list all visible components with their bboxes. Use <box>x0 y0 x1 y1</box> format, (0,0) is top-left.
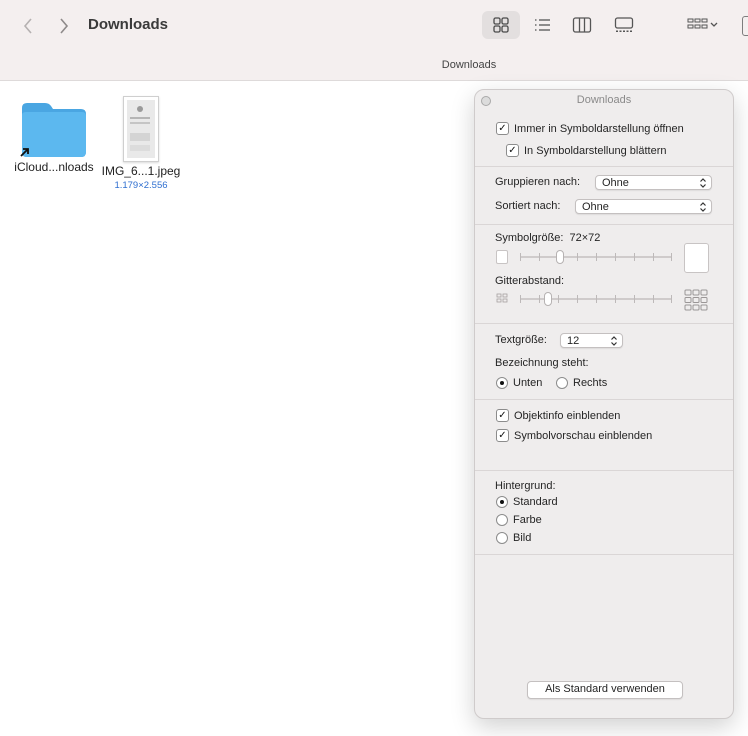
large-page-icon <box>684 243 709 273</box>
browse-checkbox[interactable]: ✓ In Symboldarstellung blättern <box>506 144 666 157</box>
slider-thumb[interactable] <box>556 250 564 264</box>
text-size-label: Textgröße: <box>495 334 547 346</box>
large-grid-icon <box>684 289 708 314</box>
slider-thumb[interactable] <box>544 292 552 306</box>
label-bottom-radio[interactable]: Unten <box>496 377 542 389</box>
columns-icon[interactable] <box>563 11 601 39</box>
show-icon-preview-checkbox[interactable]: ✓ Symbolvorschau einblenden <box>496 429 652 442</box>
updown-chevron-icon <box>699 176 707 193</box>
small-grid-icon <box>496 293 508 306</box>
icon-size-value: 72×72 <box>569 232 601 244</box>
checkmark-icon: ✓ <box>496 429 509 442</box>
grid-icon[interactable] <box>482 11 520 39</box>
file-name: IMG_6...1.jpeg <box>101 164 181 178</box>
toolbar: Downloads Downloads <box>0 0 748 81</box>
gallery-icon[interactable] <box>605 11 643 39</box>
file-dimensions: 1.179×2.556 <box>114 180 168 191</box>
file-item-image[interactable]: IMG_6...1.jpeg 1.179×2.556 <box>93 96 189 191</box>
updown-chevron-icon <box>699 200 707 217</box>
toolbar-overflow-edge <box>742 16 748 36</box>
icon-size-label: Symbolgröße: <box>495 232 564 244</box>
view-options-panel: Downloads ✓ Immer in Symboldarstellung ö… <box>474 89 734 719</box>
show-item-info-checkbox[interactable]: ✓ Objektinfo einblenden <box>496 409 620 422</box>
group-icon[interactable] <box>680 11 724 39</box>
icon-size-slider[interactable] <box>520 250 672 264</box>
grid-spacing-slider[interactable] <box>520 292 672 306</box>
sort-by-select[interactable]: Ohne <box>575 199 712 214</box>
text-size-select[interactable]: 12 <box>560 333 623 348</box>
checkmark-icon: ✓ <box>496 409 509 422</box>
file-name: iCloud...nloads <box>14 160 94 174</box>
panel-title: Downloads <box>576 94 632 106</box>
use-as-defaults-button[interactable]: Als Standard verwenden <box>527 681 683 699</box>
chevron-left-icon[interactable] <box>17 14 39 38</box>
checkmark-icon: ✓ <box>506 144 519 157</box>
folder-icon <box>19 96 89 158</box>
checkmark-icon: ✓ <box>496 122 509 135</box>
always-open-checkbox[interactable]: ✓ Immer in Symboldarstellung öffnen <box>496 122 684 135</box>
path-label: Downloads <box>441 59 497 71</box>
window-title: Downloads <box>88 16 169 33</box>
list-icon[interactable] <box>523 11 561 39</box>
background-default-radio[interactable]: Standard <box>496 496 558 508</box>
updown-chevron-icon <box>610 334 618 351</box>
chevron-right-icon[interactable] <box>53 14 75 38</box>
grid-spacing-label: Gitterabstand: <box>495 275 565 287</box>
group-by-select[interactable]: Ohne <box>595 175 712 190</box>
image-thumbnail-icon <box>123 96 159 162</box>
group-by-label: Gruppieren nach: <box>495 176 580 188</box>
label-right-radio[interactable]: Rechts <box>556 377 607 389</box>
background-label: Hintergrund: <box>495 480 556 492</box>
sort-by-label: Sortiert nach: <box>495 200 561 212</box>
small-page-icon <box>496 250 508 264</box>
file-item-folder[interactable]: iCloud...nloads <box>6 96 102 174</box>
icon-size-row: Symbolgröße: 72×72 <box>495 232 600 244</box>
background-color-radio[interactable]: Farbe <box>496 514 542 526</box>
label-position-label: Bezeichnung steht: <box>495 357 589 369</box>
background-image-radio[interactable]: Bild <box>496 532 531 544</box>
alias-arrow-icon <box>20 148 29 157</box>
